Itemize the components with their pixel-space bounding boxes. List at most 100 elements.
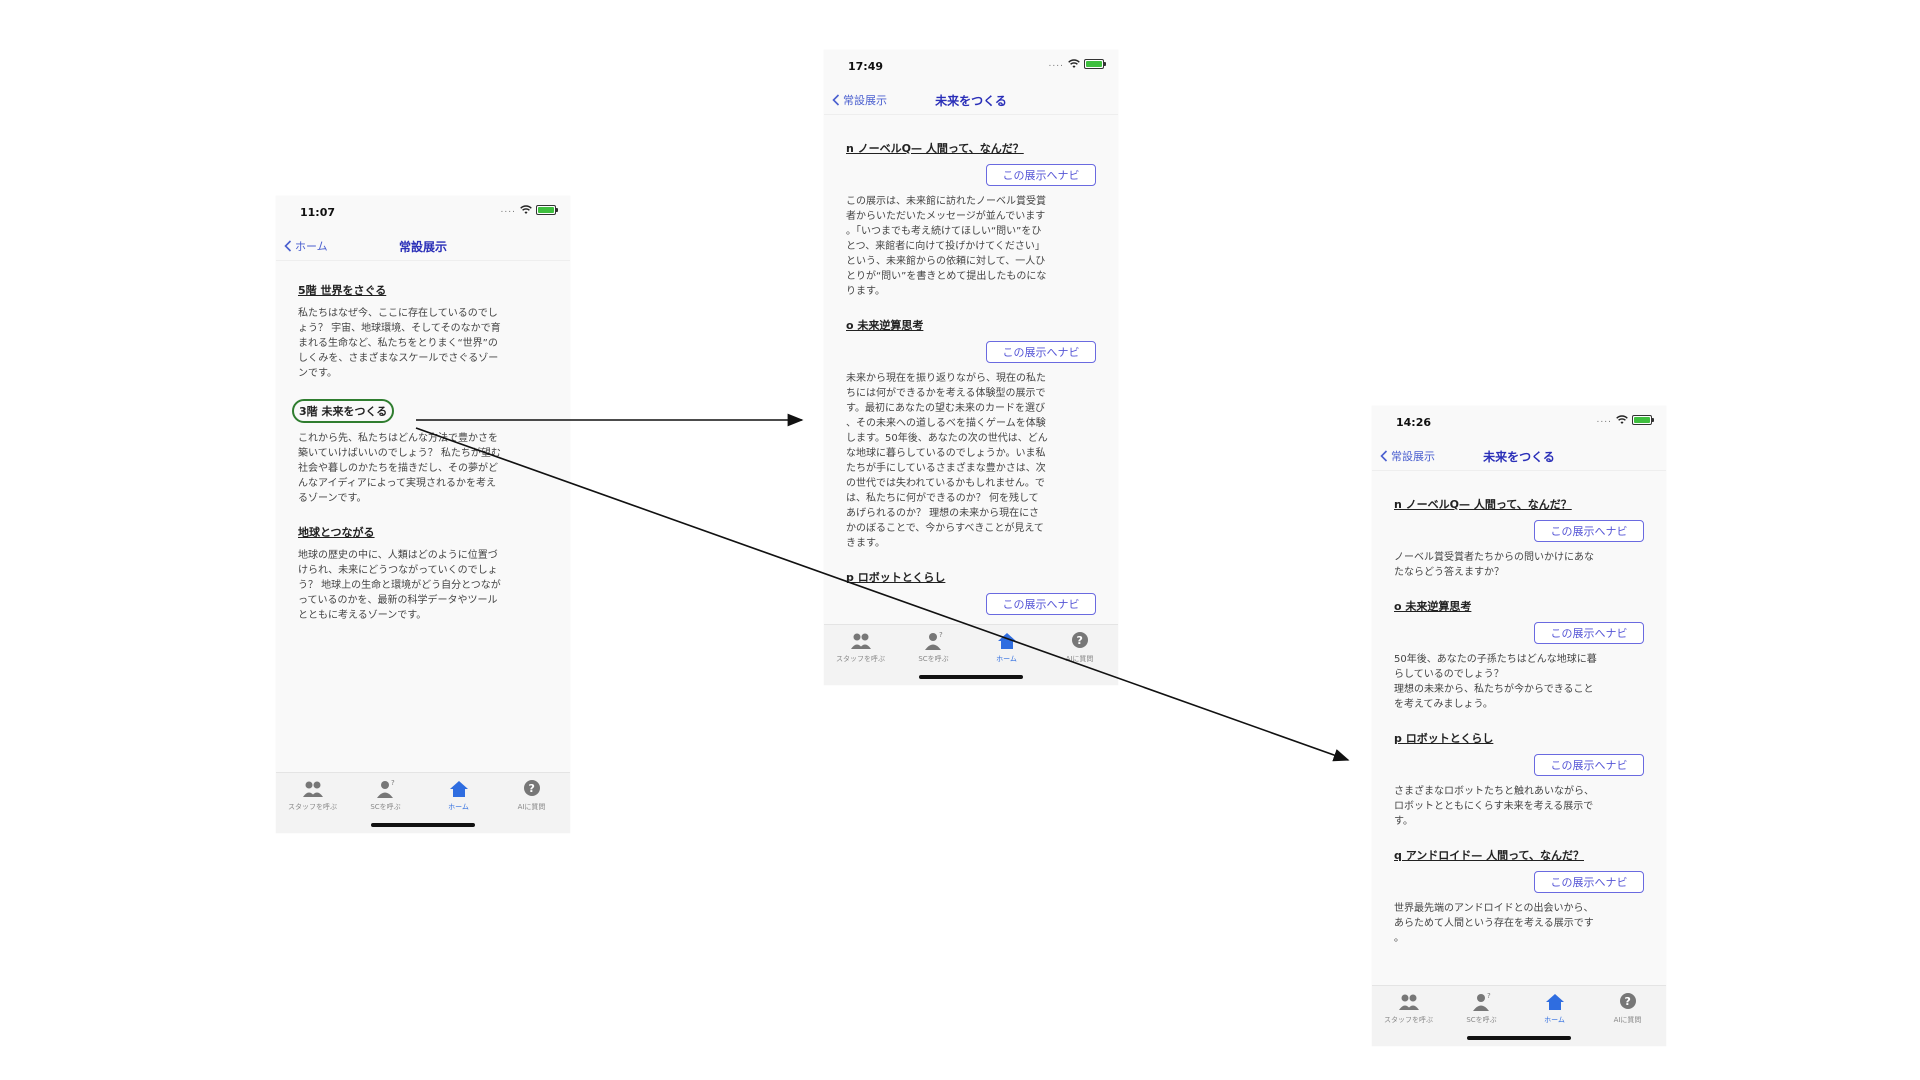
chevron-left-icon <box>1380 450 1388 462</box>
floor-link-earth[interactable]: 地球とつながる <box>298 524 548 540</box>
list-item: n ノーベルQ— 人間って、なんだ？ この展示へナビ この展示は、未来館に訪れた… <box>846 140 1096 299</box>
battery-icon <box>1632 415 1654 425</box>
navigation-bar: 常設展示 未来をつくる <box>1372 444 1666 471</box>
navi-button[interactable]: この展示へナビ <box>986 341 1096 363</box>
tab-ask-ai[interactable]: ? AIに質問 <box>1043 631 1116 664</box>
tab-call-staff[interactable]: スタッフを呼ぶ <box>1372 992 1445 1025</box>
list-item: o 未来逆算思考 この展示へナビ 50年後、あなたの子孫たちはどんな地球に暮 ら… <box>1394 598 1644 712</box>
exhibit-title: q アンドロイド— 人間って、なんだ？ <box>1394 849 1584 862</box>
tab-home[interactable]: ホーム <box>1518 992 1591 1025</box>
tab-label: AIに質問 <box>517 803 546 811</box>
status-icons: .... <box>1048 59 1106 69</box>
wifi-icon <box>1616 415 1628 424</box>
list-item: p ロボットとくらし この展示へナビ さまざまなロボットたちと触れあいながら、 … <box>1394 730 1644 829</box>
tab-label: ホーム <box>996 655 1017 663</box>
exhibit-list: n ノーベルQ— 人間って、なんだ？ この展示へナビ この展示は、未来館に訪れた… <box>846 140 1096 633</box>
navi-button[interactable]: この展示へナビ <box>1534 622 1644 644</box>
staff-group-icon <box>850 633 871 649</box>
list-item: o 未来逆算思考 この展示へナビ 未来から現在を振り返りながら、現在の私た ちに… <box>846 317 1096 551</box>
svg-text:?: ? <box>939 631 943 639</box>
back-label: ホーム <box>295 240 328 253</box>
back-button[interactable]: 常設展示 <box>1380 448 1435 464</box>
status-time: 17:49 <box>848 60 884 73</box>
help-question-icon: ? <box>1619 993 1636 1009</box>
tab-label: AIに質問 <box>1613 1016 1642 1024</box>
list-item: 5階 世界をさぐる 私たちはなぜ今、ここに存在しているのでし ょう？ 宇宙、地球… <box>298 282 548 381</box>
tab-bar: スタッフを呼ぶ ? SCを呼ぶ ホーム ? AIに質問 <box>276 772 570 833</box>
navi-button[interactable]: この展示へナビ <box>986 164 1096 186</box>
exhibit-description: 未来から現在を振り返りながら、現在の私た ちには何ができるかを考える体験型の展示… <box>846 373 1048 549</box>
exhibit-title: n ノーベルQ— 人間って、なんだ？ <box>1394 498 1572 511</box>
exhibit-title: n ノーベルQ— 人間って、なんだ？ <box>846 142 1024 155</box>
home-icon <box>449 781 468 797</box>
list-item: 3階 未来をつくる これから先、私たちはどんな方法で豊かさを 築いていけばいいの… <box>292 399 548 506</box>
status-bar: 17:49 .... <box>824 50 1118 80</box>
exhibit-title: o 未来逆算思考 <box>846 319 924 332</box>
exhibit-description: ノーベル賞受賞者たちからの問いかけにあな たならどう答えますか？ <box>1394 552 1594 578</box>
svg-text:?: ? <box>528 782 534 795</box>
back-button[interactable]: 常設展示 <box>832 92 887 108</box>
status-time: 14:26 <box>1396 416 1432 429</box>
navi-button[interactable]: この展示へナビ <box>1534 520 1644 542</box>
floor-link-5f[interactable]: 5階 世界をさぐる <box>298 282 548 298</box>
home-indicator <box>371 823 475 827</box>
phone-screen-home-exhibits: 11:07 .... ホーム 常設展示 5階 世界をさぐる 私たちはなぜ今、ここ… <box>276 196 570 833</box>
back-button[interactable]: ホーム <box>284 238 328 254</box>
tab-ask-ai[interactable]: ? AIに質問 <box>1591 992 1664 1025</box>
svg-text:?: ? <box>1624 995 1630 1008</box>
navigation-bar: 常設展示 未来をつくる <box>824 88 1118 115</box>
signal-dots-icon: .... <box>1596 415 1612 425</box>
wifi-icon <box>1068 59 1080 68</box>
floor-description: これから先、私たちはどんな方法で豊かさを 築いていけばいいのでしょう？ 私たちが… <box>298 433 501 504</box>
tab-call-sc[interactable]: ? SCを呼ぶ <box>897 631 970 664</box>
navigation-bar: ホーム 常設展示 <box>276 234 570 261</box>
floor-link-3f[interactable]: 3階 未来をつくる <box>292 399 395 423</box>
home-indicator <box>1467 1036 1571 1040</box>
tab-label: スタッフを呼ぶ <box>288 803 337 811</box>
status-bar: 14:26 .... <box>1372 406 1666 436</box>
tab-bar: スタッフを呼ぶ ? SCを呼ぶ ホーム ? AIに質問 <box>1372 985 1666 1046</box>
back-label: 常設展示 <box>843 94 887 107</box>
phone-screen-future-short: 14:26 .... 常設展示 未来をつくる n ノーベルQ— 人間って、なんだ… <box>1372 406 1666 1046</box>
help-question-icon: ? <box>1071 632 1088 648</box>
tab-ask-ai[interactable]: ? AIに質問 <box>495 779 568 812</box>
status-icons: .... <box>500 205 558 215</box>
floor-description: 私たちはなぜ今、ここに存在しているのでし ょう？ 宇宙、地球環境、そしてそのなか… <box>298 308 501 379</box>
chevron-left-icon <box>284 240 292 252</box>
staff-group-icon <box>302 781 323 797</box>
list-item: 地球とつながる 地球の歴史の中に、人類はどのように位置づ けられ、未来にどうつな… <box>298 524 548 623</box>
signal-dots-icon: .... <box>500 205 516 215</box>
tab-call-staff[interactable]: スタッフを呼ぶ <box>276 779 349 812</box>
svg-text:?: ? <box>1487 992 1491 1000</box>
chevron-left-icon <box>832 94 840 106</box>
tab-call-staff[interactable]: スタッフを呼ぶ <box>824 631 897 664</box>
tab-call-sc[interactable]: ? SCを呼ぶ <box>1445 992 1518 1025</box>
list-item: q アンドロイド— 人間って、なんだ？ この展示へナビ 世界最先端のアンドロイド… <box>1394 847 1644 946</box>
svg-text:?: ? <box>1076 634 1082 647</box>
tab-home[interactable]: ホーム <box>422 779 495 812</box>
home-icon <box>1545 994 1564 1010</box>
back-label: 常設展示 <box>1391 450 1435 463</box>
tab-label: ホーム <box>1544 1016 1565 1024</box>
battery-icon <box>536 205 558 215</box>
list-item: p ロボットとくらし この展示へナビ <box>846 569 1096 615</box>
exhibit-list: n ノーベルQ— 人間って、なんだ？ この展示へナビ ノーベル賞受賞者たちからの… <box>1394 496 1644 964</box>
tab-call-sc[interactable]: ? SCを呼ぶ <box>349 779 422 812</box>
tab-home[interactable]: ホーム <box>970 631 1043 664</box>
exhibit-description: さまざまなロボットたちと触れあいながら、 ロボットとともにくらす未来を考える展示… <box>1394 786 1594 827</box>
signal-dots-icon: .... <box>1048 59 1064 69</box>
navi-button[interactable]: この展示へナビ <box>1534 871 1644 893</box>
exhibit-title: o 未来逆算思考 <box>1394 600 1472 613</box>
status-icons: .... <box>1596 415 1654 425</box>
tab-label: スタッフを呼ぶ <box>836 655 885 663</box>
help-question-icon: ? <box>523 780 540 796</box>
person-question-icon: ? <box>376 779 395 798</box>
navi-button[interactable]: この展示へナビ <box>1534 754 1644 776</box>
person-question-icon: ? <box>924 631 943 650</box>
list-item: n ノーベルQ— 人間って、なんだ？ この展示へナビ ノーベル賞受賞者たちからの… <box>1394 496 1644 580</box>
exhibit-list: 5階 世界をさぐる 私たちはなぜ今、ここに存在しているのでし ょう？ 宇宙、地球… <box>292 282 548 641</box>
home-indicator <box>919 675 1023 679</box>
staff-group-icon <box>1398 994 1419 1010</box>
phone-screen-future-long: 17:49 .... 常設展示 未来をつくる n ノーベルQ— 人間って、なんだ… <box>824 50 1118 685</box>
navi-button[interactable]: この展示へナビ <box>986 593 1096 615</box>
